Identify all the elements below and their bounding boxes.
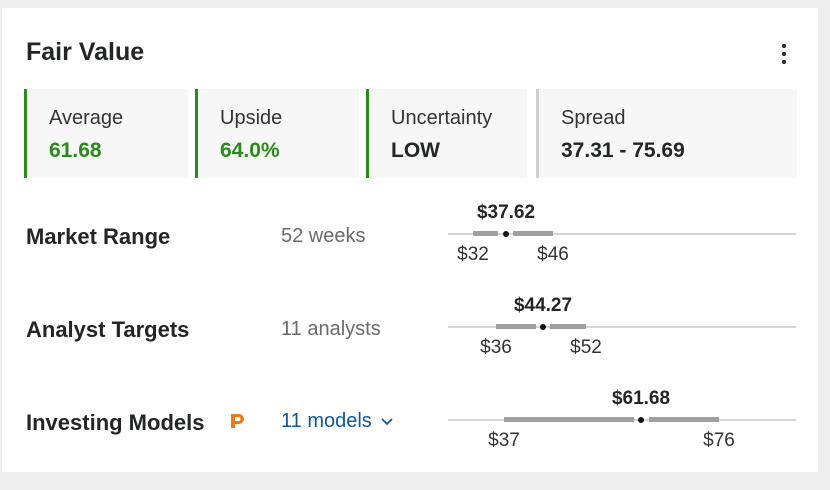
investing-models-low: $37: [488, 430, 520, 451]
investing-models-label: Investing Models: [26, 410, 205, 435]
investing-models-high: $76: [703, 430, 735, 451]
market-range-track: [448, 233, 796, 235]
market-range-high: $46: [537, 244, 569, 265]
stat-average-label: Average: [49, 107, 124, 129]
market-range-label: Market Range: [26, 224, 171, 249]
investing-models-link-label[interactable]: 11 models: [281, 410, 372, 432]
analyst-targets-bar-right: [550, 324, 586, 329]
market-range-period: 52 weeks: [281, 225, 366, 247]
stat-upside: Upside 64.0%: [195, 89, 359, 178]
stat-uncertainty-label: Uncertainty: [391, 107, 493, 129]
analyst-targets-low: $36: [480, 337, 512, 358]
investing-models-current-value: $61.68: [611, 388, 671, 409]
market-range-current-value: $37.62: [476, 202, 536, 223]
market-range-bar-left: [473, 231, 498, 236]
stat-average: Average 61.68: [24, 89, 188, 178]
stat-spread-label: Spread: [561, 107, 626, 129]
market-range-low: $32: [457, 244, 489, 265]
stat-uncertainty: Uncertainty LOW: [366, 89, 527, 178]
analyst-targets-count: 11 analysts: [281, 318, 381, 340]
investing-models-bar-left: [504, 417, 634, 422]
market-range-current-marker: [503, 231, 509, 237]
analyst-targets-current-marker: [540, 324, 546, 330]
stat-upside-value: 64.0%: [220, 139, 280, 162]
stat-upside-label: Upside: [220, 107, 283, 129]
analyst-targets-high: $52: [570, 337, 602, 358]
investing-models-current-marker: [638, 417, 644, 423]
chevron-down-icon[interactable]: [381, 418, 393, 426]
analyst-targets-current-value: $44.27: [513, 295, 573, 316]
market-range-bar-right: [513, 231, 553, 236]
investing-models-link[interactable]: 11 models: [281, 410, 393, 433]
kebab-menu-icon[interactable]: [780, 42, 788, 66]
analyst-targets-label: Analyst Targets: [26, 317, 190, 342]
stat-average-value: 61.68: [49, 139, 102, 162]
investing-models-bar-right: [649, 417, 719, 422]
stat-uncertainty-value: LOW: [391, 139, 440, 162]
stat-spread-value: 37.31 - 75.69: [561, 139, 685, 162]
fair-value-card: Fair Value Average 61.68 Upside 64.0% Un…: [2, 8, 818, 472]
stat-spread: Spread 37.31 - 75.69: [536, 89, 797, 178]
pro-badge-icon: [231, 414, 244, 428]
card-title: Fair Value: [26, 38, 145, 66]
analyst-targets-bar-left: [496, 324, 536, 329]
